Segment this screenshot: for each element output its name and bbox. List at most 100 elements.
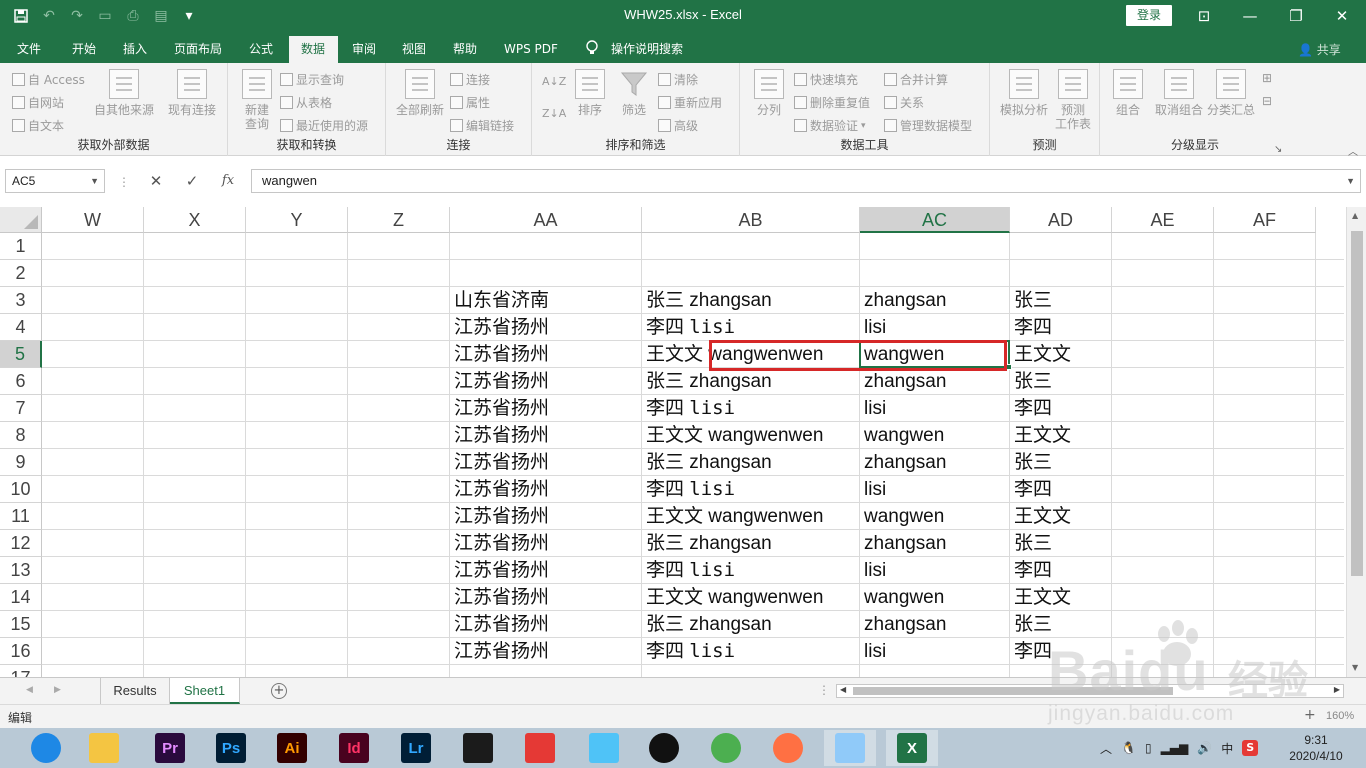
tab-wps-pdf[interactable]: WPS PDF bbox=[498, 36, 564, 63]
tab-data[interactable]: 数据 bbox=[289, 36, 338, 63]
taskbar-app-qq[interactable] bbox=[638, 730, 690, 766]
cell-aa8[interactable]: 江苏省扬州 bbox=[450, 422, 549, 449]
subtotal-button[interactable]: 分类汇总 bbox=[1204, 69, 1258, 117]
properties-button[interactable]: 属性 bbox=[450, 94, 490, 111]
filter-button[interactable]: 筛选 bbox=[614, 69, 654, 117]
sheet-tab-sheet1[interactable]: Sheet1 bbox=[170, 678, 240, 704]
column-header-y[interactable]: Y bbox=[246, 207, 348, 233]
sogou-tray-icon[interactable]: S bbox=[1242, 740, 1259, 756]
zoom-in-icon[interactable]: + bbox=[1304, 707, 1316, 723]
taskbar-app-sogou[interactable] bbox=[514, 730, 566, 766]
column-header-ae[interactable]: AE bbox=[1112, 207, 1214, 233]
ribbon-display-icon[interactable]: ⊡ bbox=[1190, 4, 1218, 28]
cell-aa3[interactable]: 山东省济南 bbox=[450, 287, 549, 314]
taskbar-app-indesign[interactable]: Id bbox=[328, 730, 380, 766]
cell-ab14[interactable]: 王文文 wangwenwen bbox=[642, 584, 823, 611]
cell-aa12[interactable]: 江苏省扬州 bbox=[450, 530, 549, 557]
row-header-17[interactable]: 17 bbox=[0, 665, 42, 677]
cell-ab7[interactable]: 李四 lisi bbox=[642, 395, 735, 422]
cell-ab9[interactable]: 张三 zhangsan bbox=[642, 449, 772, 476]
ime-indicator[interactable]: 中 bbox=[1221, 740, 1233, 757]
next-sheet-icon[interactable]: ▶ bbox=[54, 685, 61, 695]
from-web-button[interactable]: 自网站 bbox=[12, 94, 64, 111]
cell-ac14[interactable]: wangwen bbox=[860, 584, 944, 611]
taskbar-app-illustrator[interactable]: Ai bbox=[266, 730, 318, 766]
cell-aa10[interactable]: 江苏省扬州 bbox=[450, 476, 549, 503]
sheet-tab-results[interactable]: Results bbox=[100, 678, 170, 704]
from-table-button[interactable]: 从表格 bbox=[280, 94, 332, 111]
cell-ac16[interactable]: lisi bbox=[860, 638, 886, 665]
cell-aa11[interactable]: 江苏省扬州 bbox=[450, 503, 549, 530]
taskbar-app-player[interactable] bbox=[762, 730, 814, 766]
cell-ad10[interactable]: 李四 bbox=[1010, 476, 1052, 503]
cell-ac10[interactable]: lisi bbox=[860, 476, 886, 503]
cell-aa5[interactable]: 江苏省扬州 bbox=[450, 341, 549, 368]
add-sheet-icon[interactable]: + bbox=[271, 683, 287, 699]
cell-ad13[interactable]: 李四 bbox=[1010, 557, 1052, 584]
from-other-sources-button[interactable]: 自其他来源 bbox=[92, 69, 156, 117]
worksheet-grid[interactable]: WXYZAAABACADAEAF123456789101112131415161… bbox=[0, 207, 1366, 677]
cell-aa7[interactable]: 江苏省扬州 bbox=[450, 395, 549, 422]
cell-ab15[interactable]: 张三 zhangsan bbox=[642, 611, 772, 638]
row-header-10[interactable]: 10 bbox=[0, 476, 42, 503]
from-text-button[interactable]: 自文本 bbox=[12, 117, 64, 134]
cell-ad3[interactable]: 张三 bbox=[1010, 287, 1052, 314]
hide-detail-icon[interactable]: ⊟ bbox=[1262, 94, 1272, 108]
cell-ac13[interactable]: lisi bbox=[860, 557, 886, 584]
scroll-up-icon[interactable]: ▲ bbox=[1352, 211, 1358, 220]
row-header-3[interactable]: 3 bbox=[0, 287, 42, 314]
forecast-sheet-button[interactable]: 预测 工作表 bbox=[1050, 69, 1096, 131]
volume-icon[interactable]: 🔊 bbox=[1197, 741, 1212, 755]
cell-ac9[interactable]: zhangsan bbox=[860, 449, 946, 476]
scroll-left-icon[interactable]: ◀ bbox=[840, 685, 846, 694]
cell-ab3[interactable]: 张三 zhangsan bbox=[642, 287, 772, 314]
row-header-5[interactable]: 5 bbox=[0, 341, 42, 368]
column-header-aa[interactable]: AA bbox=[450, 207, 642, 233]
splitter-icon[interactable]: ⋮ bbox=[818, 683, 830, 697]
clear-filter-button[interactable]: 清除 bbox=[658, 71, 698, 88]
group-button[interactable]: 组合 bbox=[1110, 69, 1146, 117]
scroll-down-icon[interactable]: ▼ bbox=[1352, 663, 1358, 672]
row-header-15[interactable]: 15 bbox=[0, 611, 42, 638]
existing-connections-button[interactable]: 现有连接 bbox=[164, 69, 220, 117]
cell-ab10[interactable]: 李四 lisi bbox=[642, 476, 735, 503]
tab-insert[interactable]: 插入 bbox=[117, 36, 153, 63]
cell-ad4[interactable]: 李四 bbox=[1010, 314, 1052, 341]
taskbar-app-app[interactable] bbox=[578, 730, 630, 766]
sort-button[interactable]: 排序 bbox=[568, 69, 612, 117]
insert-function-icon[interactable]: fx bbox=[214, 169, 242, 193]
tab-file[interactable]: 文件 bbox=[11, 36, 47, 63]
cell-ac11[interactable]: wangwen bbox=[860, 503, 944, 530]
taskbar-app-premiere[interactable]: Pr bbox=[144, 730, 196, 766]
formula-input[interactable]: wangwen ▼ bbox=[251, 169, 1361, 193]
from-access-button[interactable]: 自 Access bbox=[12, 71, 85, 88]
cell-ac3[interactable]: zhangsan bbox=[860, 287, 946, 314]
row-header-7[interactable]: 7 bbox=[0, 395, 42, 422]
scroll-right-icon[interactable]: ▶ bbox=[1334, 685, 1340, 694]
column-header-ad[interactable]: AD bbox=[1010, 207, 1112, 233]
cell-aa16[interactable]: 江苏省扬州 bbox=[450, 638, 549, 665]
cell-ad12[interactable]: 张三 bbox=[1010, 530, 1052, 557]
sort-desc-button[interactable]: Z↓A bbox=[542, 107, 566, 120]
advanced-filter-button[interactable]: 高级 bbox=[658, 117, 698, 134]
share-button[interactable]: 👤 共享 bbox=[1298, 41, 1341, 58]
cell-ab11[interactable]: 王文文 wangwenwen bbox=[642, 503, 823, 530]
row-header-11[interactable]: 11 bbox=[0, 503, 42, 530]
cell-ac8[interactable]: wangwen bbox=[860, 422, 944, 449]
cell-aa13[interactable]: 江苏省扬州 bbox=[450, 557, 549, 584]
cell-ac12[interactable]: zhangsan bbox=[860, 530, 946, 557]
ungroup-button[interactable]: 取消组合 bbox=[1150, 69, 1208, 117]
flash-fill-button[interactable]: 快速填充 bbox=[794, 71, 858, 88]
cell-aa15[interactable]: 江苏省扬州 bbox=[450, 611, 549, 638]
relationships-button[interactable]: 关系 bbox=[884, 94, 924, 111]
remove-duplicates-button[interactable]: 删除重复值 bbox=[794, 94, 870, 111]
column-header-ab[interactable]: AB bbox=[642, 207, 860, 233]
cell-aa9[interactable]: 江苏省扬州 bbox=[450, 449, 549, 476]
row-header-12[interactable]: 12 bbox=[0, 530, 42, 557]
row-header-14[interactable]: 14 bbox=[0, 584, 42, 611]
zoom-level[interactable]: 160% bbox=[1326, 710, 1354, 722]
consolidate-button[interactable]: 合并计算 bbox=[884, 71, 948, 88]
cell-ab16[interactable]: 李四 lisi bbox=[642, 638, 735, 665]
restore-icon[interactable]: ❐ bbox=[1282, 4, 1310, 28]
cell-ad16[interactable]: 李四 bbox=[1010, 638, 1052, 665]
